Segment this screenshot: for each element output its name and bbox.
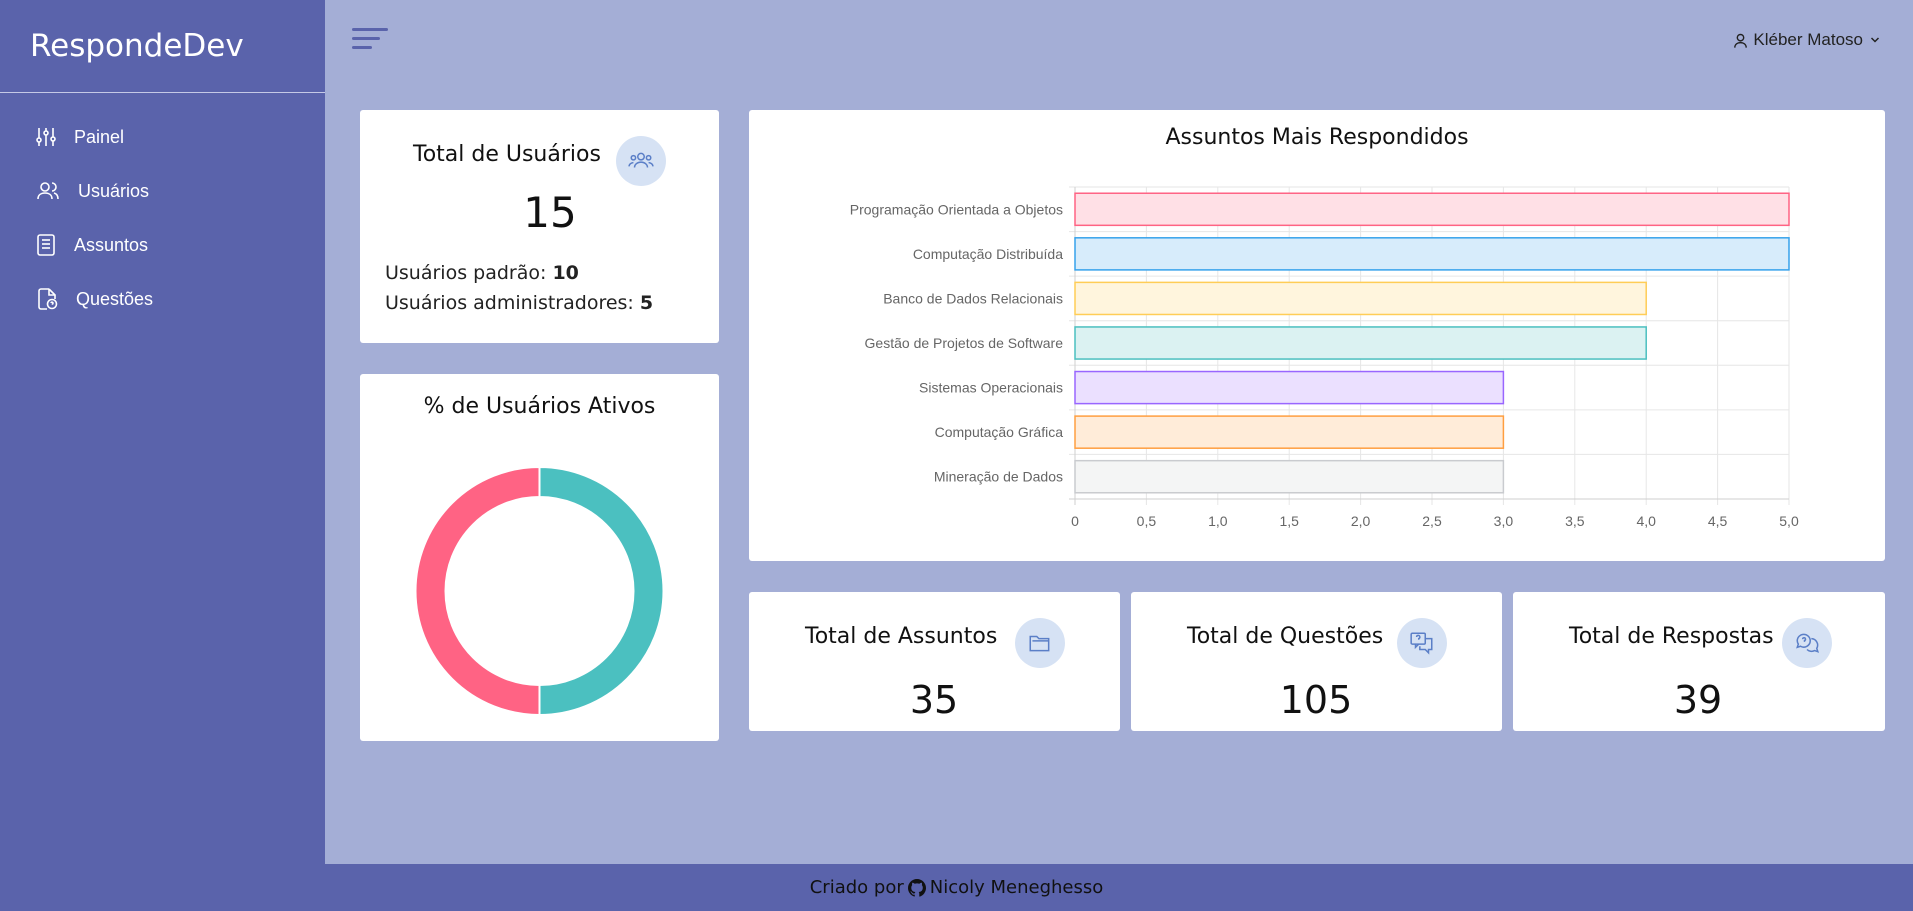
sidebar-item-label: Painel [74,126,125,147]
standard-users-label: Usuários padrão: [385,262,547,284]
x-tick-label: 1,5 [1279,513,1299,529]
questions-total: 105 [1279,678,1353,722]
subjects-total: 35 [909,678,959,722]
chevron-down-icon [1870,37,1880,43]
y-category-label: Gestão de Projetos de Software [865,335,1064,351]
y-category-label: Mineração de Dados [934,469,1063,485]
x-tick-label: 4,0 [1636,513,1656,529]
bar[interactable] [1074,237,1790,271]
y-category-label: Programação Orientada a Objetos [850,201,1063,217]
bar[interactable] [1074,281,1647,316]
sidebar-item-questoes[interactable]: Questões [0,272,325,326]
folder-badge [1015,618,1065,668]
x-tick-label: 0,5 [1137,513,1157,529]
sidebar-item-assuntos[interactable]: Assuntos [0,218,325,272]
brand-logo[interactable]: RespondeDev [0,0,325,93]
users-icon [37,182,59,200]
sidebar-item-painel[interactable]: Painel [0,110,325,164]
document-icon [37,234,55,256]
sidebar-item-label: Questões [76,288,154,309]
bar[interactable] [1074,370,1505,405]
sidebar-nav: Painel Usuários Assuntos Questões [0,110,325,326]
x-tick-label: 0 [1071,513,1079,529]
sliders-icon [36,128,56,146]
donut-chart [414,465,665,717]
footer-author-link[interactable]: Nicoly Meneghesso [930,877,1104,898]
subjects-total-card: Total de Assuntos 35 [749,592,1120,731]
user-icon [1734,33,1748,48]
active-users-card: % de Usuários Ativos [360,374,719,741]
answer-chat-badge [1782,618,1832,668]
donut-slice[interactable] [538,465,665,717]
y-category-label: Sistemas Operacionais [919,380,1063,396]
admin-users-value: 5 [639,292,654,314]
topbar: Kléber Matoso [325,0,1913,80]
users-icon [628,152,654,168]
sidebar: RespondeDev Painel Usuários Assuntos Que… [0,0,325,864]
bar[interactable] [1074,326,1647,360]
x-tick-label: 3,5 [1565,513,1585,529]
x-tick-label: 3,0 [1494,513,1514,529]
file-question-icon [38,288,58,310]
x-tick-label: 2,5 [1422,513,1442,529]
card-title: Total de Usuários [413,142,601,167]
admin-users-line: Usuários administradores: 5 [385,292,653,314]
x-tick-label: 4,5 [1708,513,1728,529]
bar[interactable] [1074,459,1505,494]
standard-users-line: Usuários padrão: 10 [385,262,579,284]
answers-total-card: Total de Respostas 39 [1513,592,1885,731]
footer-prefix: Criado por [809,877,904,898]
users-total: 15 [523,188,577,237]
menu-toggle-icon[interactable] [352,26,388,52]
answers-total: 39 [1673,678,1723,722]
x-tick-label: 5,0 [1779,513,1799,529]
sidebar-item-usuarios[interactable]: Usuários [0,164,325,218]
user-name: Kléber Matoso [1753,30,1863,49]
chart-title: Assuntos Mais Respondidos [1165,125,1468,150]
y-category-label: Banco de Dados Relacionais [883,290,1063,306]
users-card: Total de Usuários 15 Usuários padrão: 10… [360,110,719,343]
card-title: Total de Respostas [1569,624,1774,649]
question-chat-badge [1397,618,1447,668]
y-category-label: Computação Distribuída [913,246,1063,262]
donut-slice[interactable] [414,465,541,717]
answer-chat-icon [1796,633,1820,653]
y-category-label: Computação Gráfica [935,424,1064,440]
user-menu[interactable]: Kléber Matoso [1732,30,1885,50]
sidebar-item-label: Assuntos [74,234,149,255]
users-badge [616,136,666,186]
card-title: Total de Questões [1187,624,1384,649]
footer: Criado por Nicoly Meneghesso [0,864,1913,911]
card-title: Total de Assuntos [805,624,998,649]
standard-users-value: 10 [552,262,579,284]
questions-total-card: Total de Questões 105 [1131,592,1502,731]
x-tick-label: 2,0 [1351,513,1371,529]
bar-chart: Assuntos Mais Respondidos 0 0,5 1,0 1,5 2,0 2,… [850,125,1799,529]
x-tick-label: 1,0 [1208,513,1228,529]
question-chat-icon [1410,632,1433,655]
bar[interactable] [1074,415,1505,449]
github-icon[interactable] [907,878,926,897]
subjects-chart-card: Assuntos Mais Respondidos 0 0,5 1,0 1,5 2,0 2,… [749,110,1885,561]
folder-icon [1029,635,1050,652]
admin-users-label: Usuários administradores: [385,292,634,314]
bar[interactable] [1074,192,1790,227]
sidebar-item-label: Usuários [78,180,150,201]
